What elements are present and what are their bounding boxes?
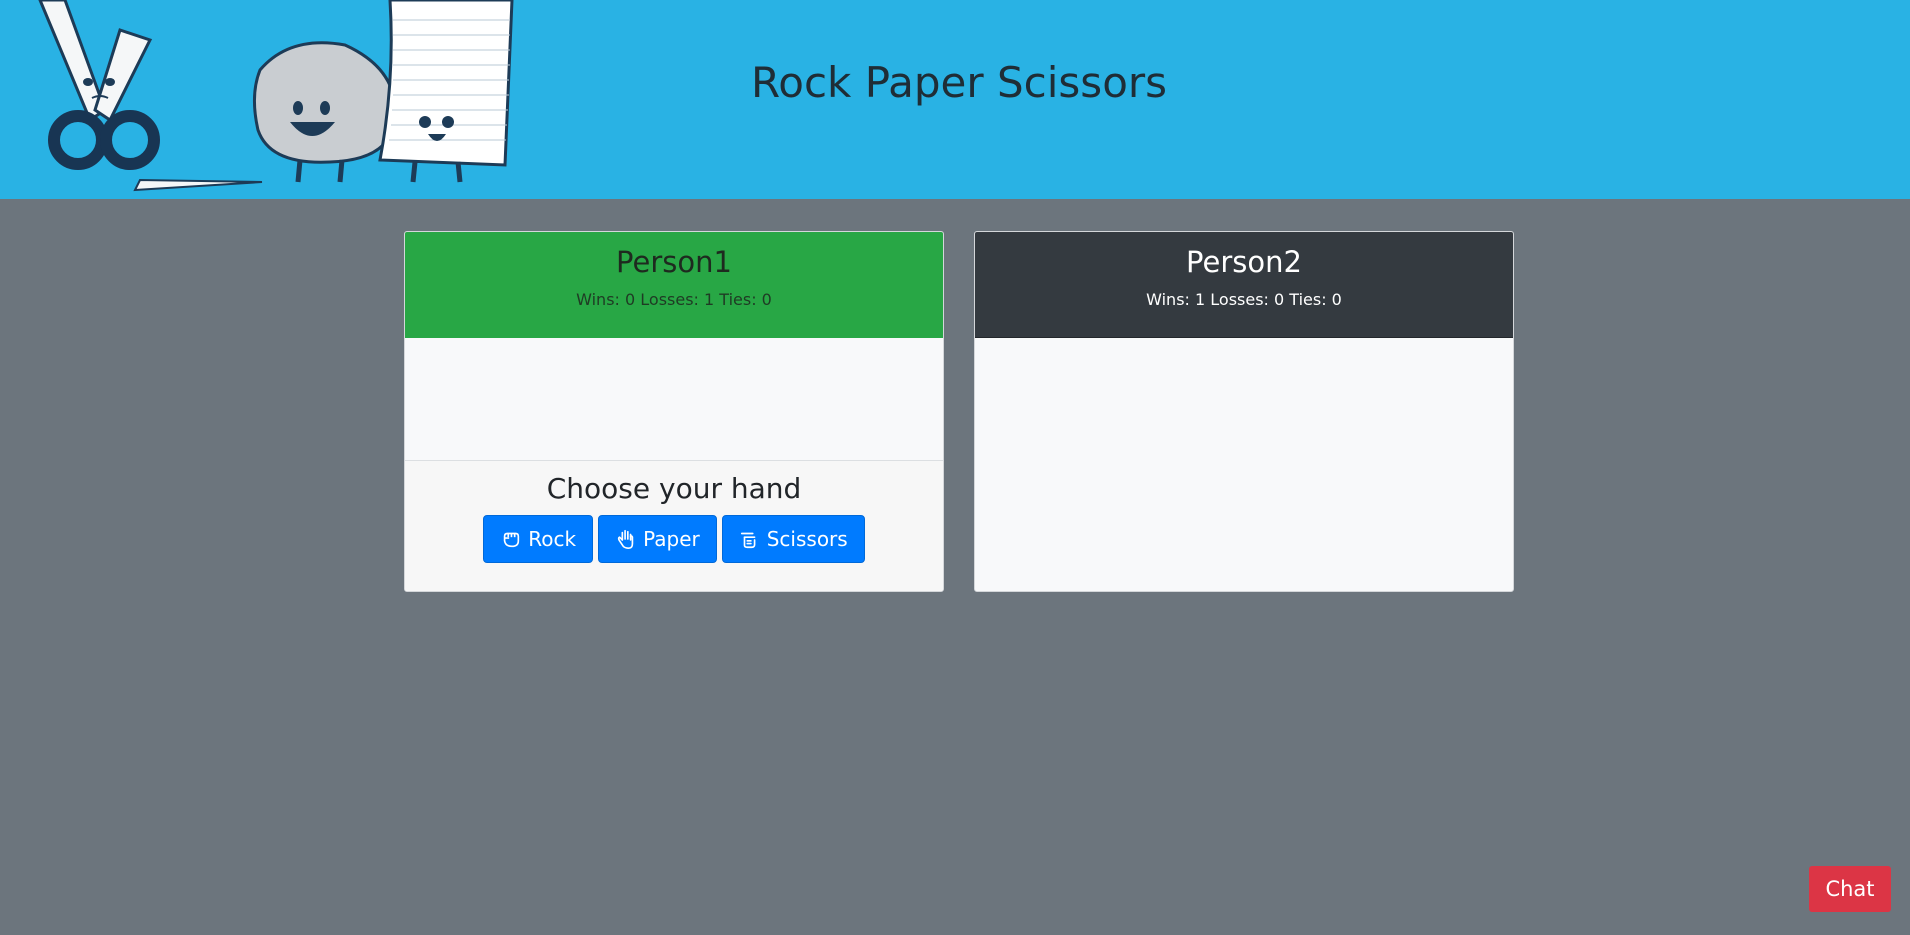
player-body <box>975 338 1513 460</box>
scissors-button-label: Scissors <box>766 527 848 551</box>
paper-button[interactable]: Paper <box>598 515 717 563</box>
hand-button-group: Rock Paper Scissors <box>405 515 943 563</box>
hand-chooser: Choose your hand Rock Paper Scissors <box>405 460 943 591</box>
open-hand-icon <box>617 529 634 549</box>
rock-button[interactable]: Rock <box>483 515 594 563</box>
scissors-hand-icon <box>740 532 756 549</box>
chat-button[interactable]: Chat <box>1809 866 1891 912</box>
scissors-button[interactable]: Scissors <box>721 515 865 563</box>
header-banner: Rock Paper Scissors <box>0 0 1910 199</box>
player-card-person1: Person1 Wins: 0 Losses: 1 Ties: 0 Choose… <box>404 231 944 592</box>
player-name: Person2 <box>1186 245 1302 279</box>
fist-icon <box>504 532 520 548</box>
page-title: Rock Paper Scissors <box>750 58 1168 107</box>
paper-button-label: Paper <box>643 527 700 551</box>
choose-hand-title: Choose your hand <box>546 472 802 505</box>
player-stats: Wins: 1 Losses: 0 Ties: 0 <box>1146 290 1342 309</box>
player-header: Person2 Wins: 1 Losses: 0 Ties: 0 <box>975 232 1513 338</box>
player-card-person2: Person2 Wins: 1 Losses: 0 Ties: 0 <box>974 231 1514 592</box>
player-stats: Wins: 0 Losses: 1 Ties: 0 <box>576 290 772 309</box>
player-body <box>405 338 943 460</box>
player-name: Person1 <box>616 245 732 279</box>
player-header: Person1 Wins: 0 Losses: 1 Ties: 0 <box>405 232 943 338</box>
rock-button-label: Rock <box>528 527 577 551</box>
